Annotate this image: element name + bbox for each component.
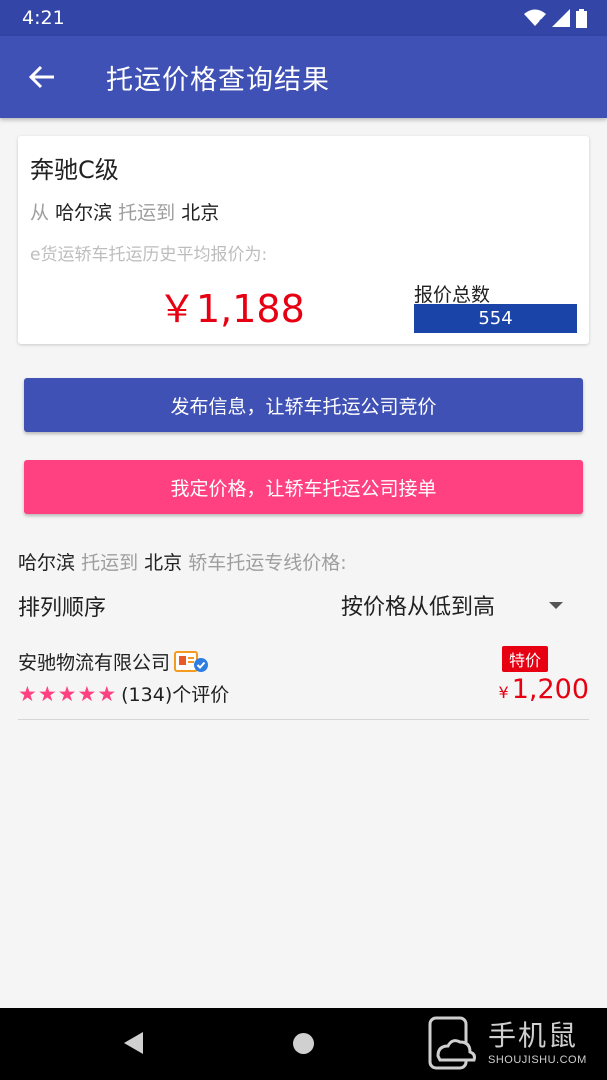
average-price: ￥1,188 bbox=[158, 287, 305, 331]
special-offer-badge: 特价 bbox=[501, 646, 548, 672]
system-nav-bar: 手机鼠 SHOUJISHU.COM bbox=[0, 1008, 607, 1080]
verified-license-icon bbox=[174, 650, 209, 673]
wifi-icon bbox=[524, 9, 546, 26]
quote-total-bar: 554 bbox=[414, 304, 577, 333]
review-count: (134)个评价 bbox=[121, 684, 230, 706]
line-suffix: 轿车托运专线价格: bbox=[188, 552, 347, 574]
status-bar: 4:21 bbox=[0, 0, 607, 36]
arrow-left-icon bbox=[29, 65, 54, 89]
page-title: 托运价格查询结果 bbox=[106, 64, 330, 96]
watermark-logo-icon bbox=[428, 1016, 476, 1070]
star-icon: ★ bbox=[37, 681, 57, 706]
company-price: ¥1,200 bbox=[499, 674, 589, 705]
status-time: 4:21 bbox=[22, 7, 65, 29]
set-price-button[interactable]: 我定价格，让轿车托运公司接单 bbox=[24, 460, 583, 514]
back-button[interactable] bbox=[12, 47, 72, 107]
price-value: 1,200 bbox=[511, 674, 589, 705]
from-prefix: 从 bbox=[30, 202, 50, 224]
price-summary-card: 奔驰C级 从 哈尔滨 托运到 北京 e货运轿车托运历史平均报价为: ￥1,188… bbox=[18, 136, 589, 344]
company-list-item[interactable]: 安驰物流有限公司 ★ ★ ★ ★ ★ (134)个评价 特价 ¥1,200 bbox=[18, 640, 589, 720]
destination-city: 北京 bbox=[181, 202, 220, 224]
star-icon: ★ bbox=[97, 681, 117, 706]
watermark-title: 手机鼠 bbox=[488, 1019, 579, 1052]
line-destination: 北京 bbox=[144, 552, 183, 574]
company-name: 安驰物流有限公司 bbox=[18, 652, 171, 674]
quote-total-label: 报价总数 bbox=[414, 284, 491, 306]
company-name-line: 安驰物流有限公司 bbox=[18, 648, 209, 675]
nav-back-icon[interactable] bbox=[124, 1032, 143, 1054]
caret-down-icon bbox=[549, 601, 563, 609]
battery-icon bbox=[576, 8, 587, 28]
publish-info-button[interactable]: 发布信息，让轿车托运公司竞价 bbox=[24, 378, 583, 432]
to-word: 托运到 bbox=[118, 202, 176, 224]
history-price-label: e货运轿车托运历史平均报价为: bbox=[30, 245, 268, 265]
route-summary: 从 哈尔滨 托运到 北京 bbox=[30, 198, 219, 225]
star-icon: ★ bbox=[77, 681, 97, 706]
nav-home-icon[interactable] bbox=[293, 1033, 314, 1054]
sort-label: 排列顺序 bbox=[18, 596, 107, 621]
currency-symbol: ¥ bbox=[498, 683, 509, 702]
car-model: 奔驰C级 bbox=[30, 156, 119, 184]
rating-stars: ★ ★ ★ ★ ★ (134)个评价 bbox=[18, 680, 229, 707]
origin-city: 哈尔滨 bbox=[55, 202, 113, 224]
star-icon: ★ bbox=[18, 681, 37, 706]
app-bar: 托运价格查询结果 bbox=[0, 36, 607, 118]
watermark: 手机鼠 SHOUJISHU.COM bbox=[424, 1014, 596, 1074]
star-icon: ★ bbox=[57, 681, 77, 706]
watermark-subtitle: SHOUJISHU.COM bbox=[488, 1054, 587, 1066]
line-to-word: 托运到 bbox=[81, 552, 139, 574]
signal-icon bbox=[552, 9, 570, 27]
line-origin: 哈尔滨 bbox=[18, 552, 76, 574]
line-price-heading: 哈尔滨 托运到 北京 轿车托运专线价格: bbox=[18, 548, 347, 575]
status-icons bbox=[524, 8, 587, 28]
sort-order-value: 按价格从低到高 bbox=[341, 595, 496, 620]
sort-order-dropdown[interactable]: 按价格从低到高 bbox=[341, 590, 571, 620]
